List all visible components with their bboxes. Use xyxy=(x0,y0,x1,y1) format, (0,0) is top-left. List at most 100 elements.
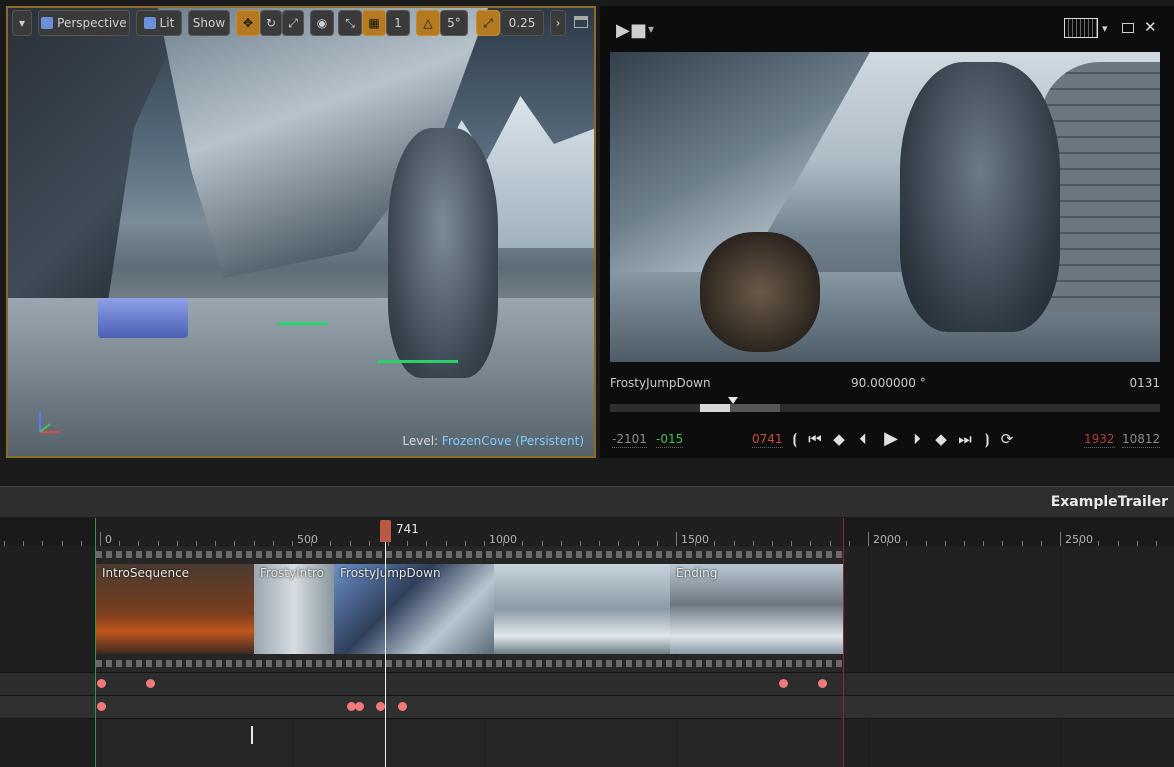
keyframe[interactable] xyxy=(398,702,407,711)
surface-snap-icon: ⤡ xyxy=(345,16,355,30)
chevron-right-icon: › xyxy=(555,16,561,30)
viewport-options-button[interactable]: ▾ xyxy=(12,10,32,36)
next-key-icon[interactable]: ◆ xyxy=(932,430,950,448)
close-icon[interactable]: ✕ xyxy=(1144,18,1157,36)
end-inner-timecode[interactable]: 1932 xyxy=(1084,432,1115,448)
playhead-handle[interactable] xyxy=(380,520,391,542)
chevron-down-icon[interactable]: ▾ xyxy=(648,22,654,36)
shot-clip[interactable] xyxy=(494,564,670,654)
cine-camera-actor[interactable] xyxy=(98,298,188,338)
loop-icon[interactable]: ⟳ xyxy=(998,430,1016,448)
ruler-tick xyxy=(100,532,101,546)
film-sprocket-top xyxy=(96,551,843,558)
world-local-button[interactable]: ◉ xyxy=(310,10,334,36)
keyframe-track[interactable] xyxy=(0,696,1174,718)
restore-icon[interactable] xyxy=(1122,23,1134,33)
grid-snap-label: 1 xyxy=(394,16,402,30)
grid-snap-value[interactable]: 1 xyxy=(386,10,410,36)
camera-icon[interactable]: ▶■ xyxy=(616,20,647,41)
shot-label: Ending xyxy=(676,566,718,580)
start-outer-timecode[interactable]: -2101 xyxy=(612,432,647,448)
shot-label: FrostyJumpDown xyxy=(340,566,441,580)
rotate-snap-value[interactable]: 5° xyxy=(440,10,468,36)
keyframe[interactable] xyxy=(97,679,106,688)
lit-mode-button[interactable]: Lit xyxy=(136,10,182,36)
playback-end-marker[interactable] xyxy=(843,518,844,767)
start-inner-timecode[interactable]: -015 xyxy=(656,432,684,448)
keyframe[interactable] xyxy=(376,702,385,711)
skip-back-icon[interactable]: ⏮ xyxy=(806,430,824,448)
cinematic-viewport: ▶■ ▾ ▾ ✕ FrostyJumpDown 90.000000 ° 0131… xyxy=(600,6,1174,458)
scale-snap-icon: ⤢ xyxy=(483,16,493,30)
scene-rock-left xyxy=(8,8,188,308)
shot-label: IntroSequence xyxy=(102,566,190,580)
maximize-icon xyxy=(575,17,587,20)
cinematic-preview[interactable] xyxy=(610,52,1160,362)
scrub-bar[interactable] xyxy=(610,397,1160,412)
lit-label: Lit xyxy=(159,16,175,30)
movement-arrow xyxy=(378,360,458,363)
playhead-frame: 741 xyxy=(396,522,419,536)
sequencer-header: ExampleTrailer xyxy=(0,486,1174,517)
rotate-snap-label: 5° xyxy=(447,16,461,30)
show-button[interactable]: Show xyxy=(188,10,230,36)
movement-arrow xyxy=(278,322,328,325)
level-viewport[interactable]: Level: FrozenCove (Persistent) xyxy=(6,6,596,458)
current-timecode[interactable]: 0741 xyxy=(752,432,783,448)
post-range-shade xyxy=(843,546,1174,767)
playhead-line xyxy=(385,540,386,767)
playback-start-marker[interactable] xyxy=(95,518,96,767)
ruler-label: 500 xyxy=(297,533,318,546)
keyframe[interactable] xyxy=(818,679,827,688)
show-label: Show xyxy=(192,16,226,30)
grid-icon: ▦ xyxy=(368,16,380,30)
grid-snap-toggle[interactable]: ▦ xyxy=(362,10,386,36)
toolbar-overflow-button[interactable]: › xyxy=(550,10,566,36)
scale-tool-button[interactable]: ⤢ xyxy=(282,10,304,36)
frame-readout: 0131 xyxy=(1129,376,1160,390)
level-name: FrozenCove (Persistent) xyxy=(441,434,584,448)
ruler-tick xyxy=(676,532,677,546)
film-sprocket-bottom xyxy=(96,660,843,667)
perspective-icon xyxy=(41,17,54,29)
end-outer-timecode[interactable]: 10812 xyxy=(1122,432,1161,448)
track-divider xyxy=(0,718,1174,719)
chevron-down-icon[interactable]: ▾ xyxy=(1102,22,1108,35)
shot-clip[interactable]: Ending xyxy=(670,564,843,654)
ruler-tick xyxy=(868,532,869,546)
keyframe[interactable] xyxy=(97,702,106,711)
shot-track[interactable]: IntroSequence FrostyIntro FrostyJumpDown… xyxy=(96,564,843,654)
ruler-tick xyxy=(1060,532,1061,546)
maximize-viewport-button[interactable] xyxy=(574,16,588,28)
step-forward-icon[interactable]: ⏵ xyxy=(908,430,926,448)
angle-icon: △ xyxy=(423,16,433,30)
camera-speed-value[interactable]: 0.25 xyxy=(500,10,544,36)
keyframe[interactable] xyxy=(779,679,788,688)
rotate-tool-button[interactable]: ↻ xyxy=(260,10,282,36)
surface-snap-button[interactable]: ⤡ xyxy=(338,10,362,36)
scene-ice-golem[interactable] xyxy=(388,128,498,378)
shot-clip[interactable]: FrostyJumpDown xyxy=(334,564,494,654)
keyframe-track[interactable] xyxy=(0,673,1174,695)
translate-tool-button[interactable]: ✥ xyxy=(236,10,260,36)
keyframe[interactable] xyxy=(355,702,364,711)
shot-clip[interactable]: FrostyIntro xyxy=(254,564,334,654)
jump-start-icon[interactable]: ⦗ xyxy=(786,430,804,448)
perspective-button[interactable]: Perspective xyxy=(38,10,130,36)
pre-range-shade xyxy=(0,546,96,767)
rotate-snap-toggle[interactable]: △ xyxy=(416,10,440,36)
prev-key-icon[interactable]: ◆ xyxy=(830,430,848,448)
keyframe[interactable] xyxy=(146,679,155,688)
jump-end-icon[interactable]: ⦘ xyxy=(978,430,996,448)
play-icon[interactable]: ▶ xyxy=(882,430,900,448)
skip-forward-icon[interactable]: ⏭ xyxy=(956,430,974,448)
chevron-down-icon: ▾ xyxy=(18,16,26,30)
shot-clip[interactable]: IntroSequence xyxy=(96,564,254,654)
scale-snap-toggle[interactable]: ⤢ xyxy=(476,10,500,36)
layout-grid-button[interactable] xyxy=(1064,18,1098,38)
text-cursor-icon xyxy=(251,726,253,744)
timeline-ruler[interactable]: 0 500 1000 1500 2000 2500 xyxy=(0,518,1174,546)
shot-name: FrostyJumpDown xyxy=(610,376,711,390)
scrub-playhead[interactable] xyxy=(728,397,738,404)
step-back-icon[interactable]: ⏴ xyxy=(854,430,872,448)
